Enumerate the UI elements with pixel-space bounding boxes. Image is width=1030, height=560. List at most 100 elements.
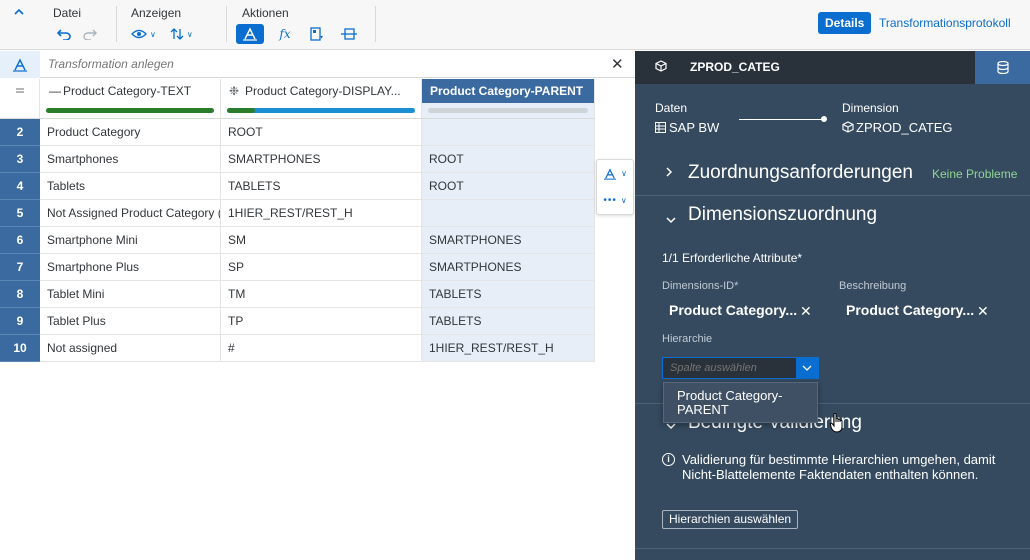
cell-display[interactable]: TABLETS <box>221 173 422 200</box>
row-number[interactable]: 7 <box>0 254 40 281</box>
section-dimension-mapping[interactable]: Dimensionszuordnung <box>635 201 1030 241</box>
required-attributes: 1/1 Erforderliche Attribute* <box>662 251 803 265</box>
hand-cursor-icon <box>830 413 843 433</box>
row-number[interactable]: 10 <box>0 335 40 362</box>
column-quality-bar <box>221 103 422 119</box>
transformation-icon[interactable] <box>0 51 40 78</box>
divider <box>635 195 1030 196</box>
table-icon <box>655 122 666 133</box>
cell-text[interactable]: Tablets <box>40 173 221 200</box>
row-number[interactable]: 2 <box>0 119 40 146</box>
cell-text[interactable]: Tablet Mini <box>40 281 221 308</box>
hierarchy-dropdown: Product Category-PARENT <box>663 382 818 423</box>
flow-dot <box>821 116 827 122</box>
description-token: Product Category... <box>846 302 975 318</box>
cell-text[interactable]: Not Assigned Product Category (s <box>40 200 221 227</box>
visibility-icon[interactable]: ∨ <box>131 24 156 44</box>
cell-display[interactable]: SMARTPHONES <box>221 146 422 173</box>
view-group: Anzeigen ∨ ∨ <box>131 6 193 46</box>
cell-text[interactable]: Product Category <box>40 119 221 146</box>
cell-display[interactable]: 1HIER_REST/REST_H <box>221 200 422 227</box>
column-actions-menu: ∨ ••• ∨ <box>596 159 634 215</box>
target-label: Dimension <box>842 101 899 115</box>
actions-group: Aktionen fx <box>236 6 360 46</box>
section-title: Zuordnungsanforderungen <box>688 162 914 183</box>
select-hierarchies-button[interactable]: Hierarchien auswählen <box>662 510 799 529</box>
cell-display[interactable]: ROOT <box>221 119 422 146</box>
row-number[interactable]: 6 <box>0 227 40 254</box>
source-name: SAP BW <box>669 120 720 135</box>
formula-icon[interactable]: fx <box>274 24 296 44</box>
cell-text[interactable]: Not assigned <box>40 335 221 362</box>
hierarchy-combobox <box>662 357 819 379</box>
info-text: Validierung für bestimmte Hierarchien um… <box>682 452 996 482</box>
row-number[interactable]: 9 <box>0 308 40 335</box>
details-panel: ZPROD_CATEG Daten SAP BW Dimension ZPROD… <box>635 51 1030 560</box>
more-options-icon[interactable]: ••• ∨ <box>597 187 633 214</box>
mapping-flow: Daten SAP BW Dimension ZPROD_CATEG <box>635 84 1030 144</box>
row-number[interactable]: 3 <box>0 146 40 173</box>
column-header-parent[interactable]: Product Category-PARENT <box>422 79 595 103</box>
panel-header: ZPROD_CATEG <box>635 51 1030 84</box>
column-quality-bar <box>40 103 221 119</box>
details-button[interactable]: Details <box>818 12 872 34</box>
cell-parent[interactable]: SMARTPHONES <box>422 227 595 254</box>
sort-toggle-icon[interactable] <box>0 79 40 103</box>
cell-display[interactable]: # <box>221 335 422 362</box>
row-number[interactable]: 5 <box>0 200 40 227</box>
row-number[interactable]: 8 <box>0 281 40 308</box>
cell-parent[interactable]: TABLETS <box>422 281 595 308</box>
smart-transform-icon[interactable] <box>236 24 264 44</box>
cube-icon <box>842 121 854 133</box>
quality-fill <box>46 108 214 113</box>
cell-text[interactable]: Smartphone Mini <box>40 227 221 254</box>
cell-text[interactable]: Smartphone Plus <box>40 254 221 281</box>
chevron-down-icon <box>665 211 677 227</box>
undo-icon[interactable] <box>53 24 75 44</box>
toolbar-separator <box>116 6 117 42</box>
cell-parent[interactable]: 1HIER_REST/REST_H <box>422 335 595 362</box>
close-icon[interactable]: ✕ <box>611 55 624 73</box>
target-value: ZPROD_CATEG <box>842 120 953 135</box>
hierarchy-input[interactable] <box>663 358 797 378</box>
chevron-down-icon[interactable] <box>796 358 818 378</box>
remove-description-icon[interactable]: ✕ <box>977 303 989 320</box>
cell-display[interactable]: TM <box>221 281 422 308</box>
row-number[interactable]: 4 <box>0 173 40 200</box>
chevron-right-icon <box>665 165 673 181</box>
transform-column-icon[interactable]: ∨ <box>597 160 633 187</box>
cell-text[interactable]: Tablet Plus <box>40 308 221 335</box>
column-quality-bar <box>422 103 595 119</box>
transformation-input[interactable] <box>48 51 588 78</box>
database-icon[interactable] <box>975 51 1030 84</box>
redo-icon[interactable] <box>79 24 101 44</box>
sort-icon[interactable]: ∨ <box>170 24 193 44</box>
cell-display[interactable]: SP <box>221 254 422 281</box>
cell-parent[interactable] <box>422 200 595 227</box>
column-header-label: Product Category-PARENT <box>430 84 584 98</box>
cell-parent[interactable] <box>422 119 595 146</box>
hierarchy-label: Hierarchie <box>662 333 713 345</box>
dropdown-option-parent[interactable]: Product Category-PARENT <box>677 389 807 417</box>
cell-display[interactable]: SM <box>221 227 422 254</box>
cell-text[interactable]: Smartphones <box>40 146 221 173</box>
split-column-icon[interactable] <box>338 24 360 44</box>
collapse-toolbar-icon[interactable] <box>14 4 24 19</box>
remove-dimension-id-icon[interactable]: ✕ <box>800 303 812 320</box>
quality-fill <box>227 108 415 113</box>
cell-parent[interactable]: ROOT <box>422 173 595 200</box>
column-header-text[interactable]: — Product Category-TEXT <box>40 79 221 103</box>
actions-group-label: Aktionen <box>242 6 289 20</box>
cell-parent[interactable]: TABLETS <box>422 308 595 335</box>
source-label: Daten <box>655 101 688 115</box>
cell-parent[interactable]: ROOT <box>422 146 595 173</box>
file-group-label: Datei <box>53 6 82 20</box>
column-header-display[interactable]: ❉ Product Category-DISPLAY... <box>221 79 422 103</box>
cube-icon <box>655 60 667 75</box>
transformation-log-link[interactable]: Transformationsprotokoll <box>879 16 1011 30</box>
dimension-id-token: Product Category... <box>669 302 798 318</box>
column-filter-icon[interactable] <box>306 24 328 44</box>
section-mapping-requirements[interactable]: Zuordnungsanforderungen Keine Probleme <box>635 156 1030 196</box>
cell-parent[interactable]: SMARTPHONES <box>422 254 595 281</box>
cell-display[interactable]: TP <box>221 308 422 335</box>
